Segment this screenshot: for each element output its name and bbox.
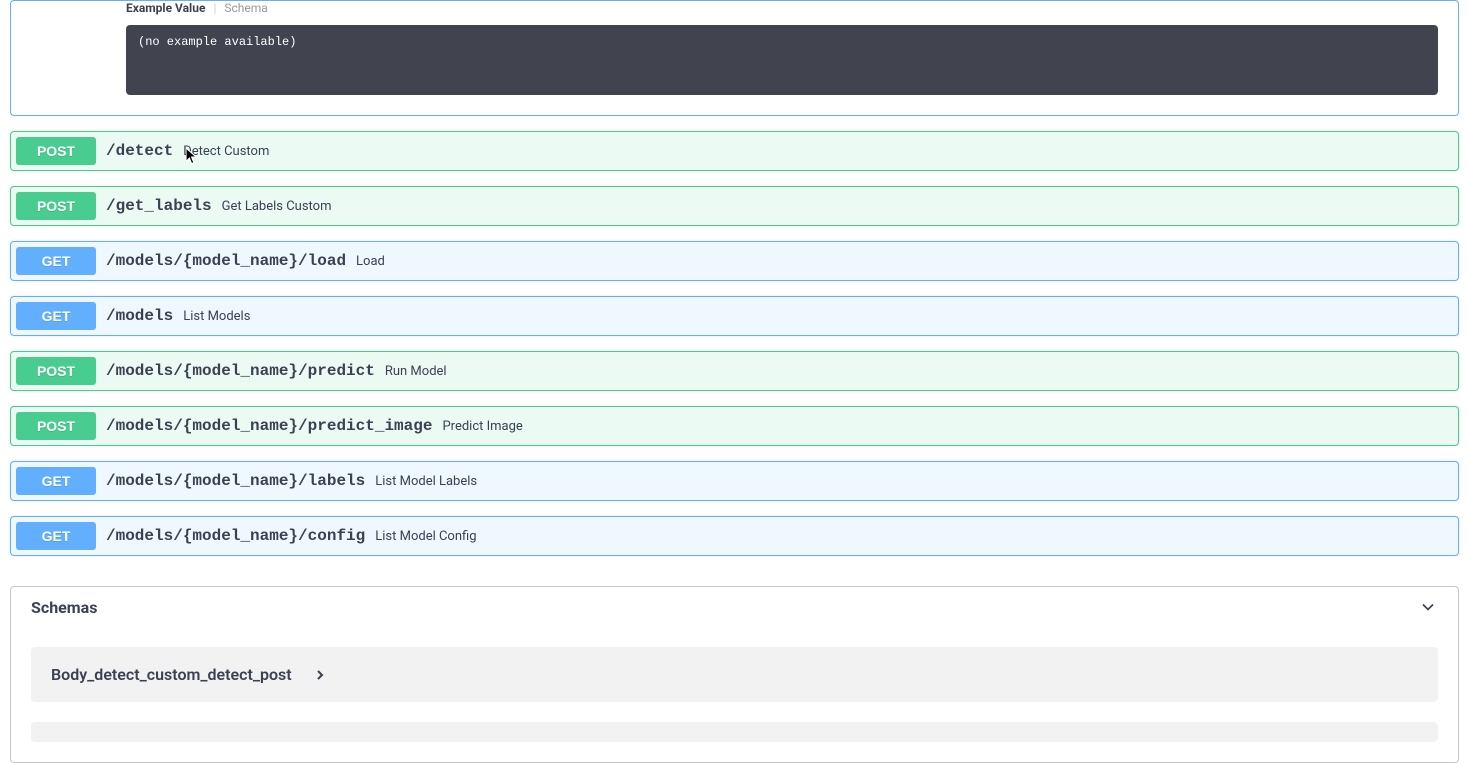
tab-divider: | bbox=[213, 1, 216, 15]
response-tab-header: Example Value | Schema bbox=[126, 1, 1438, 15]
schema-item[interactable]: Body_detect_custom_detect_post bbox=[31, 647, 1438, 702]
operation-summary[interactable]: POST/detectDetect Custom bbox=[11, 132, 1458, 170]
response-example-area: Example Value | Schema (no example avail… bbox=[11, 1, 1458, 95]
operation-summary[interactable]: POST/models/{model_name}/predict_imagePr… bbox=[11, 407, 1458, 445]
operation-block[interactable]: POST/models/{model_name}/predictRun Mode… bbox=[10, 351, 1459, 391]
expanded-operation-block: Example Value | Schema (no example avail… bbox=[10, 0, 1459, 116]
operation-summary[interactable]: GET/models/{model_name}/labelsList Model… bbox=[11, 462, 1458, 500]
operation-summary[interactable]: GET/modelsList Models bbox=[11, 297, 1458, 335]
operation-block[interactable]: GET/models/{model_name}/labelsList Model… bbox=[10, 461, 1459, 501]
operation-block[interactable]: GET/models/{model_name}/loadLoad bbox=[10, 241, 1459, 281]
operation-block[interactable]: POST/detectDetect Custom bbox=[10, 131, 1459, 171]
operation-block[interactable]: GET/modelsList Models bbox=[10, 296, 1459, 336]
operation-description: Detect Custom bbox=[183, 144, 1453, 159]
chevron-down-icon bbox=[1418, 597, 1438, 617]
tab-example-value[interactable]: Example Value bbox=[126, 1, 205, 15]
operation-description: Get Labels Custom bbox=[222, 199, 1453, 214]
operation-description: List Models bbox=[183, 309, 1453, 324]
operation-summary[interactable]: POST/models/{model_name}/predictRun Mode… bbox=[11, 352, 1458, 390]
example-text: (no example available) bbox=[138, 35, 296, 49]
operation-block[interactable]: POST/get_labelsGet Labels Custom bbox=[10, 186, 1459, 226]
operation-path: /models/{model_name}/config bbox=[96, 527, 375, 545]
operation-summary[interactable]: GET/models/{model_name}/loadLoad bbox=[11, 242, 1458, 280]
operation-description: Predict Image bbox=[442, 419, 1453, 434]
operation-path: /models/{model_name}/labels bbox=[96, 472, 375, 490]
method-badge: POST bbox=[16, 192, 96, 220]
operation-block[interactable]: GET/models/{model_name}/configList Model… bbox=[10, 516, 1459, 556]
operation-path: /models/{model_name}/predict bbox=[96, 362, 385, 380]
operation-path: /models/{model_name}/load bbox=[96, 252, 356, 270]
operation-description: List Model Config bbox=[375, 529, 1453, 544]
method-badge: GET bbox=[16, 522, 96, 550]
schemas-title: Schemas bbox=[31, 598, 97, 617]
schema-name: Body_detect_custom_detect_post bbox=[51, 665, 292, 684]
operations-list: POST/detectDetect CustomPOST/get_labelsG… bbox=[10, 131, 1459, 556]
tab-schema[interactable]: Schema bbox=[224, 1, 267, 15]
operation-summary[interactable]: POST/get_labelsGet Labels Custom bbox=[11, 187, 1458, 225]
operation-description: List Model Labels bbox=[375, 474, 1453, 489]
method-badge: GET bbox=[16, 467, 96, 495]
method-badge: GET bbox=[16, 247, 96, 275]
schemas-section: Schemas Body_detect_custom_detect_post bbox=[10, 586, 1459, 763]
operation-path: /get_labels bbox=[96, 197, 222, 215]
method-badge: GET bbox=[16, 302, 96, 330]
schema-item-collapsed[interactable] bbox=[31, 722, 1438, 742]
operation-path: /detect bbox=[96, 142, 183, 160]
operation-block[interactable]: POST/models/{model_name}/predict_imagePr… bbox=[10, 406, 1459, 446]
operation-description: Load bbox=[356, 254, 1453, 269]
schemas-header[interactable]: Schemas bbox=[11, 587, 1458, 627]
operation-path: /models/{model_name}/predict_image bbox=[96, 417, 442, 435]
method-badge: POST bbox=[16, 357, 96, 385]
operation-description: Run Model bbox=[385, 364, 1453, 379]
operation-summary[interactable]: GET/models/{model_name}/configList Model… bbox=[11, 517, 1458, 555]
method-badge: POST bbox=[16, 412, 96, 440]
example-code-block: (no example available) bbox=[126, 25, 1438, 95]
chevron-right-icon bbox=[312, 667, 328, 683]
method-badge: POST bbox=[16, 137, 96, 165]
operation-path: /models bbox=[96, 307, 183, 325]
